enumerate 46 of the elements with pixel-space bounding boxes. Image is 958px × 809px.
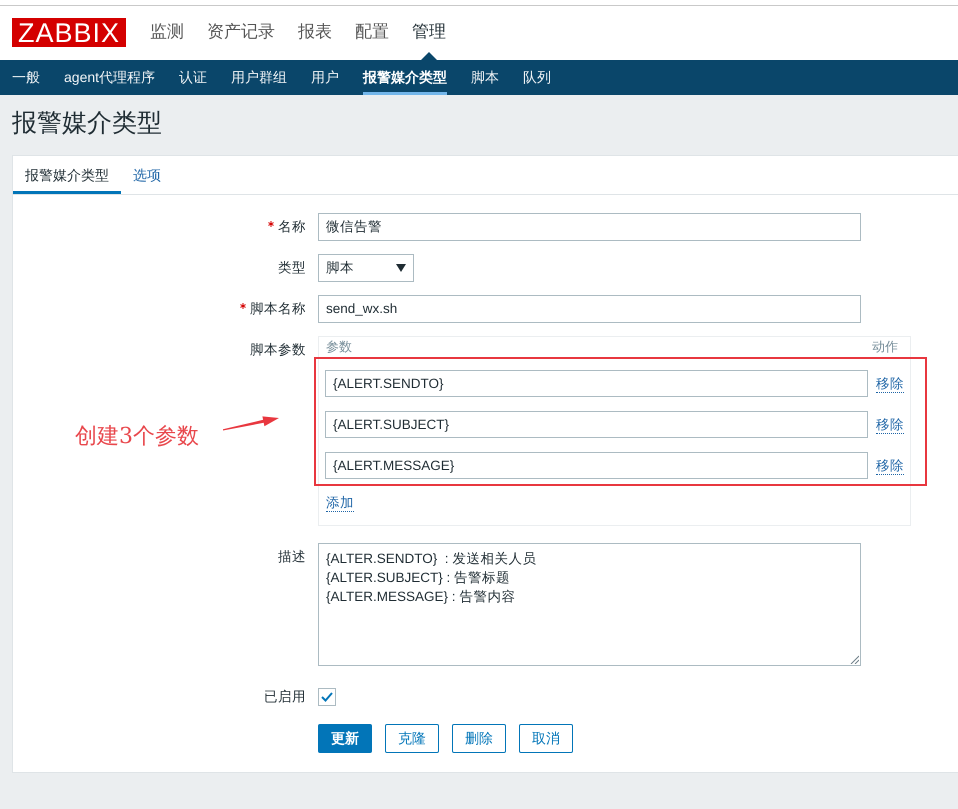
main-menu-item[interactable]: 资产记录 — [207, 6, 276, 60]
main-menu-item[interactable]: 监测 — [150, 6, 184, 60]
param-field[interactable]: {ALERT.SENDTO} — [325, 370, 868, 397]
annotation-text: 创建3个参数 — [75, 424, 199, 450]
field-label: 名称 — [278, 218, 306, 236]
column-header: 动作 — [872, 338, 898, 356]
dropdown-select[interactable]: 脚本 — [318, 254, 414, 282]
field-label: 脚本名称 — [250, 300, 306, 318]
field-label: 已启用 — [264, 688, 306, 706]
form-button[interactable]: 更新 — [318, 724, 372, 753]
annotation-arrow — [222, 416, 280, 431]
remove-link[interactable]: 移除 — [876, 416, 904, 434]
param-field[interactable]: {ALERT.MESSAGE} — [325, 452, 868, 479]
column-header: 参数 — [326, 338, 352, 356]
checkbox[interactable] — [318, 688, 336, 706]
add-link[interactable]: 添加 — [326, 494, 354, 512]
submenu-item[interactable]: 认证 — [179, 60, 208, 95]
page-title: 报警媒介类型 — [11, 108, 163, 139]
submenu-item[interactable]: 一般 — [12, 60, 40, 95]
tab[interactable]: 选项 — [121, 156, 173, 194]
checkmark-icon — [321, 692, 333, 702]
main-menu-item[interactable]: 报表 — [298, 6, 332, 60]
text-field[interactable]: 微信告警 — [318, 213, 861, 241]
submenu-item[interactable]: 用户 — [311, 60, 340, 95]
remove-link[interactable]: 移除 — [876, 374, 904, 392]
dropdown-caret-icon — [396, 264, 406, 272]
submenu-item[interactable]: 队列 — [523, 60, 552, 95]
description-field[interactable]: {ALTER.SENDTO} : 发送相关人员 {ALTER.SUBJECT} : 告警标题 {ALTER.MESSAGE} : 告警内容 — [318, 543, 861, 666]
main-menu-item[interactable]: 配置 — [355, 6, 390, 60]
main-menu-item[interactable]: 管理 — [412, 6, 446, 60]
form-button[interactable]: 取消 — [519, 724, 573, 753]
param-field[interactable]: {ALERT.SUBJECT} — [325, 411, 868, 438]
submenu-item[interactable]: 报警媒介类型 — [363, 60, 448, 95]
remove-link[interactable]: 移除 — [876, 456, 904, 474]
form-button[interactable]: 删除 — [452, 724, 506, 753]
field-label: 脚本参数 — [250, 341, 306, 359]
text-field[interactable]: send_wx.sh — [318, 295, 861, 323]
resize-handle-icon — [850, 655, 859, 664]
form-button[interactable]: 克隆 — [385, 724, 439, 753]
tab[interactable]: 报警媒介类型 — [13, 156, 121, 194]
submenu-item[interactable]: 脚本 — [471, 60, 500, 95]
zabbix-logo: ZABBIX — [12, 18, 126, 47]
submenu-item[interactable]: 用户群组 — [231, 60, 288, 95]
submenu-item[interactable]: agent代理程序 — [64, 60, 156, 95]
field-label: 描述 — [278, 548, 306, 566]
field-label: 类型 — [278, 259, 306, 277]
